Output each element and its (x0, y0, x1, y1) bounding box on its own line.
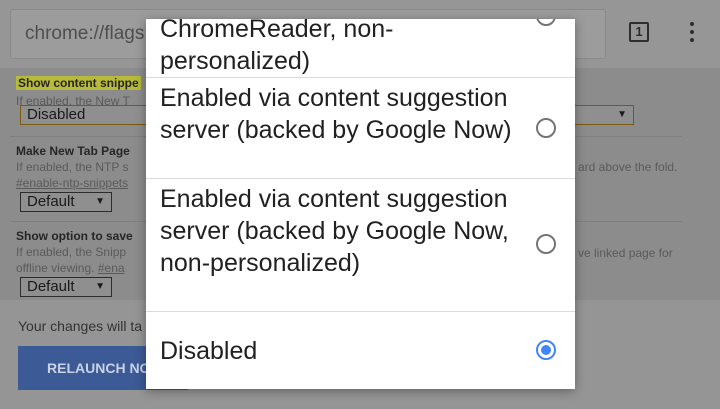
select-value: Disabled (27, 106, 86, 123)
radio-button[interactable] (536, 19, 556, 26)
dropdown-arrow-icon: ▼ (617, 109, 627, 120)
dialog-option[interactable]: Disabled (146, 312, 575, 389)
flag-description-cont: ve linked page for (578, 246, 673, 260)
option-label: Enabled via content suggestion server (b… (160, 185, 509, 277)
flag-desc-text: offline viewing. (16, 261, 95, 275)
flag-description-cont: ard above the fold. (578, 160, 678, 174)
flag-select-ntp[interactable]: Default ▼ (20, 192, 112, 212)
select-value: Default (27, 278, 75, 295)
option-label: ChromeReader, non-personalized) (160, 19, 394, 75)
radio-button-selected[interactable] (536, 340, 556, 360)
url-text: chrome://flags (25, 23, 145, 44)
select-value: Default (27, 193, 75, 210)
flag-title: Show content snippe (16, 76, 141, 90)
flag-link[interactable]: #ena (98, 261, 125, 275)
radio-button[interactable] (536, 234, 556, 254)
flag-select-content-snippets[interactable]: Disabled (20, 105, 160, 125)
tab-switcher-button[interactable]: 1 (629, 22, 649, 42)
dialog-option[interactable]: Enabled via content suggestion server (b… (146, 179, 575, 312)
radio-button[interactable] (536, 118, 556, 138)
dialog-option[interactable]: ChromeReader, non-personalized) (146, 19, 575, 78)
option-label: Enabled via content suggestion server (b… (160, 84, 512, 144)
dialog-option[interactable]: Enabled via content suggestion server (b… (146, 78, 575, 179)
flag-select-content-snippets-right[interactable]: ▼ (574, 105, 634, 125)
dropdown-arrow-icon: ▼ (95, 196, 105, 207)
dropdown-arrow-icon: ▼ (95, 281, 105, 292)
option-label: Disabled (160, 337, 258, 365)
more-vert-icon[interactable] (686, 20, 698, 48)
relaunch-message: Your changes will ta (18, 318, 143, 334)
flag-select-save-offline[interactable]: Default ▼ (20, 277, 112, 297)
option-dialog: ChromeReader, non-personalized) Enabled … (146, 19, 575, 389)
